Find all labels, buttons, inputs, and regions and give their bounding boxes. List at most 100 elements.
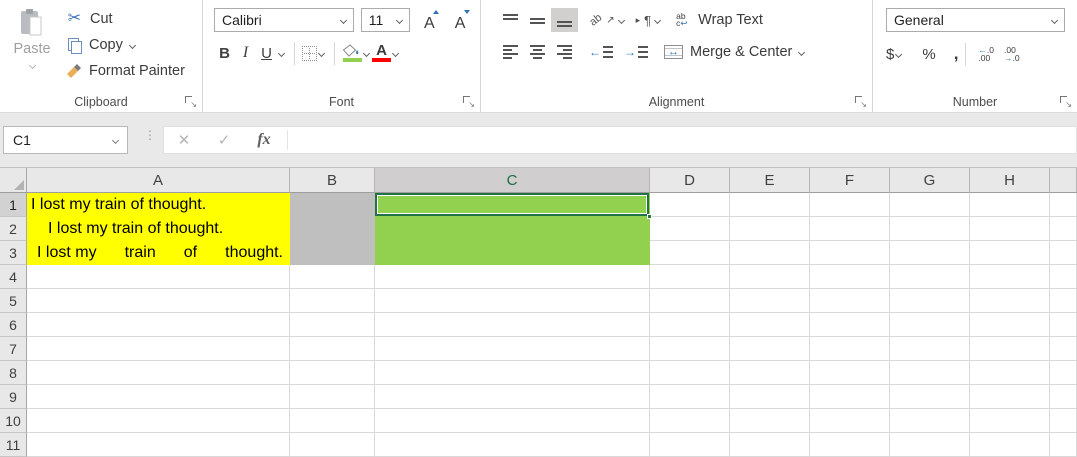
- cell-E5[interactable]: [730, 289, 810, 313]
- bold-button[interactable]: B: [214, 45, 235, 62]
- cell-E10[interactable]: [730, 409, 810, 433]
- copy-button[interactable]: Copy: [66, 32, 185, 58]
- cell-partial-r10[interactable]: [1050, 409, 1077, 433]
- cell-C3[interactable]: [375, 241, 650, 265]
- cell-partial-r4[interactable]: [1050, 265, 1077, 289]
- row-header-5[interactable]: 5: [0, 289, 27, 313]
- cell-F9[interactable]: [810, 385, 890, 409]
- alignment-dialog-launcher[interactable]: ↘: [854, 95, 867, 108]
- cell-G8[interactable]: [890, 361, 970, 385]
- cell-H8[interactable]: [970, 361, 1050, 385]
- cell-A3[interactable]: I lost mytrainofthought.: [27, 241, 290, 265]
- orientation-button[interactable]: ab ↗: [590, 15, 624, 26]
- cell-G11[interactable]: [890, 433, 970, 457]
- cell-partial-r5[interactable]: [1050, 289, 1077, 313]
- font-family-select[interactable]: Calibri: [214, 8, 354, 32]
- cell-partial-r11[interactable]: [1050, 433, 1077, 457]
- cell-H9[interactable]: [970, 385, 1050, 409]
- number-dialog-launcher[interactable]: ↘: [1059, 95, 1072, 108]
- cell-C5[interactable]: [375, 289, 650, 313]
- cell-F8[interactable]: [810, 361, 890, 385]
- align-left-button[interactable]: [497, 40, 524, 64]
- cell-E4[interactable]: [730, 265, 810, 289]
- cell-C2[interactable]: [375, 217, 650, 241]
- cell-D11[interactable]: [650, 433, 730, 457]
- cell-partial-r9[interactable]: [1050, 385, 1077, 409]
- column-header-G[interactable]: G: [890, 168, 970, 193]
- row-header-3[interactable]: 3: [0, 241, 27, 265]
- insert-function-button[interactable]: fx: [244, 131, 284, 149]
- cell-C11[interactable]: [375, 433, 650, 457]
- accounting-format-button[interactable]: $: [886, 46, 894, 63]
- wrap-text-button[interactable]: ab c↩ Wrap Text: [676, 12, 763, 28]
- font-size-select[interactable]: 11: [361, 8, 411, 32]
- cell-B1[interactable]: [290, 193, 375, 217]
- cell-H3[interactable]: [970, 241, 1050, 265]
- cell-E11[interactable]: [730, 433, 810, 457]
- cell-A9[interactable]: [27, 385, 290, 409]
- font-color-chevron-icon[interactable]: [392, 49, 399, 56]
- cell-H4[interactable]: [970, 265, 1050, 289]
- format-painter-button[interactable]: Format Painter: [66, 58, 185, 84]
- cell-E1[interactable]: [730, 193, 810, 217]
- cell-E6[interactable]: [730, 313, 810, 337]
- cell-E3[interactable]: [730, 241, 810, 265]
- formula-bar-splitter[interactable]: ⋮: [144, 133, 152, 138]
- merge-center-button[interactable]: ↔ Merge & Center: [664, 44, 804, 60]
- fill-color-chevron-icon[interactable]: [363, 49, 370, 56]
- row-header-8[interactable]: 8: [0, 361, 27, 385]
- column-header-F[interactable]: F: [810, 168, 890, 193]
- cell-F1[interactable]: [810, 193, 890, 217]
- cell-F6[interactable]: [810, 313, 890, 337]
- cell-partial-r8[interactable]: [1050, 361, 1077, 385]
- cell-A4[interactable]: [27, 265, 290, 289]
- comma-style-button[interactable]: ,: [954, 44, 959, 64]
- cell-partial-r6[interactable]: [1050, 313, 1077, 337]
- row-header-4[interactable]: 4: [0, 265, 27, 289]
- italic-button[interactable]: I: [235, 44, 256, 62]
- column-header-D[interactable]: D: [650, 168, 730, 193]
- cell-A8[interactable]: [27, 361, 290, 385]
- underline-chevron-icon[interactable]: [278, 49, 285, 56]
- cell-H2[interactable]: [970, 217, 1050, 241]
- cell-H6[interactable]: [970, 313, 1050, 337]
- cell-G2[interactable]: [890, 217, 970, 241]
- cell-A11[interactable]: [27, 433, 290, 457]
- cell-B2[interactable]: [290, 217, 375, 241]
- cell-A10[interactable]: [27, 409, 290, 433]
- cell-partial-r7[interactable]: [1050, 337, 1077, 361]
- row-header-7[interactable]: 7: [0, 337, 27, 361]
- number-format-select[interactable]: General: [886, 8, 1065, 32]
- fill-color-button[interactable]: [342, 44, 362, 62]
- cell-D2[interactable]: [650, 217, 730, 241]
- row-header-10[interactable]: 10: [0, 409, 27, 433]
- cell-A5[interactable]: [27, 289, 290, 313]
- font-color-button[interactable]: A: [372, 44, 391, 62]
- cell-D8[interactable]: [650, 361, 730, 385]
- name-box[interactable]: C1: [3, 126, 128, 154]
- top-align-button[interactable]: [497, 8, 524, 32]
- cell-B5[interactable]: [290, 289, 375, 313]
- cell-D5[interactable]: [650, 289, 730, 313]
- increase-font-size-button[interactable]: A: [417, 8, 441, 32]
- cell-B11[interactable]: [290, 433, 375, 457]
- middle-align-button[interactable]: [524, 8, 551, 32]
- decrease-font-size-button[interactable]: A: [448, 8, 472, 32]
- borders-button[interactable]: [302, 46, 317, 61]
- cell-F2[interactable]: [810, 217, 890, 241]
- cell-A6[interactable]: [27, 313, 290, 337]
- cell-H10[interactable]: [970, 409, 1050, 433]
- row-header-9[interactable]: 9: [0, 385, 27, 409]
- cell-G1[interactable]: [890, 193, 970, 217]
- cell-E2[interactable]: [730, 217, 810, 241]
- cell-A2[interactable]: I lost my train of thought.: [27, 217, 290, 241]
- select-all-button[interactable]: [0, 168, 27, 193]
- column-header-H[interactable]: H: [970, 168, 1050, 193]
- cell-B3[interactable]: [290, 241, 375, 265]
- text-direction-button[interactable]: ▸ ¶: [636, 13, 661, 28]
- cell-C6[interactable]: [375, 313, 650, 337]
- formula-input[interactable]: [291, 127, 1076, 153]
- cell-H7[interactable]: [970, 337, 1050, 361]
- row-header-1[interactable]: 1: [0, 193, 27, 217]
- cut-button[interactable]: ✂ Cut: [66, 6, 185, 32]
